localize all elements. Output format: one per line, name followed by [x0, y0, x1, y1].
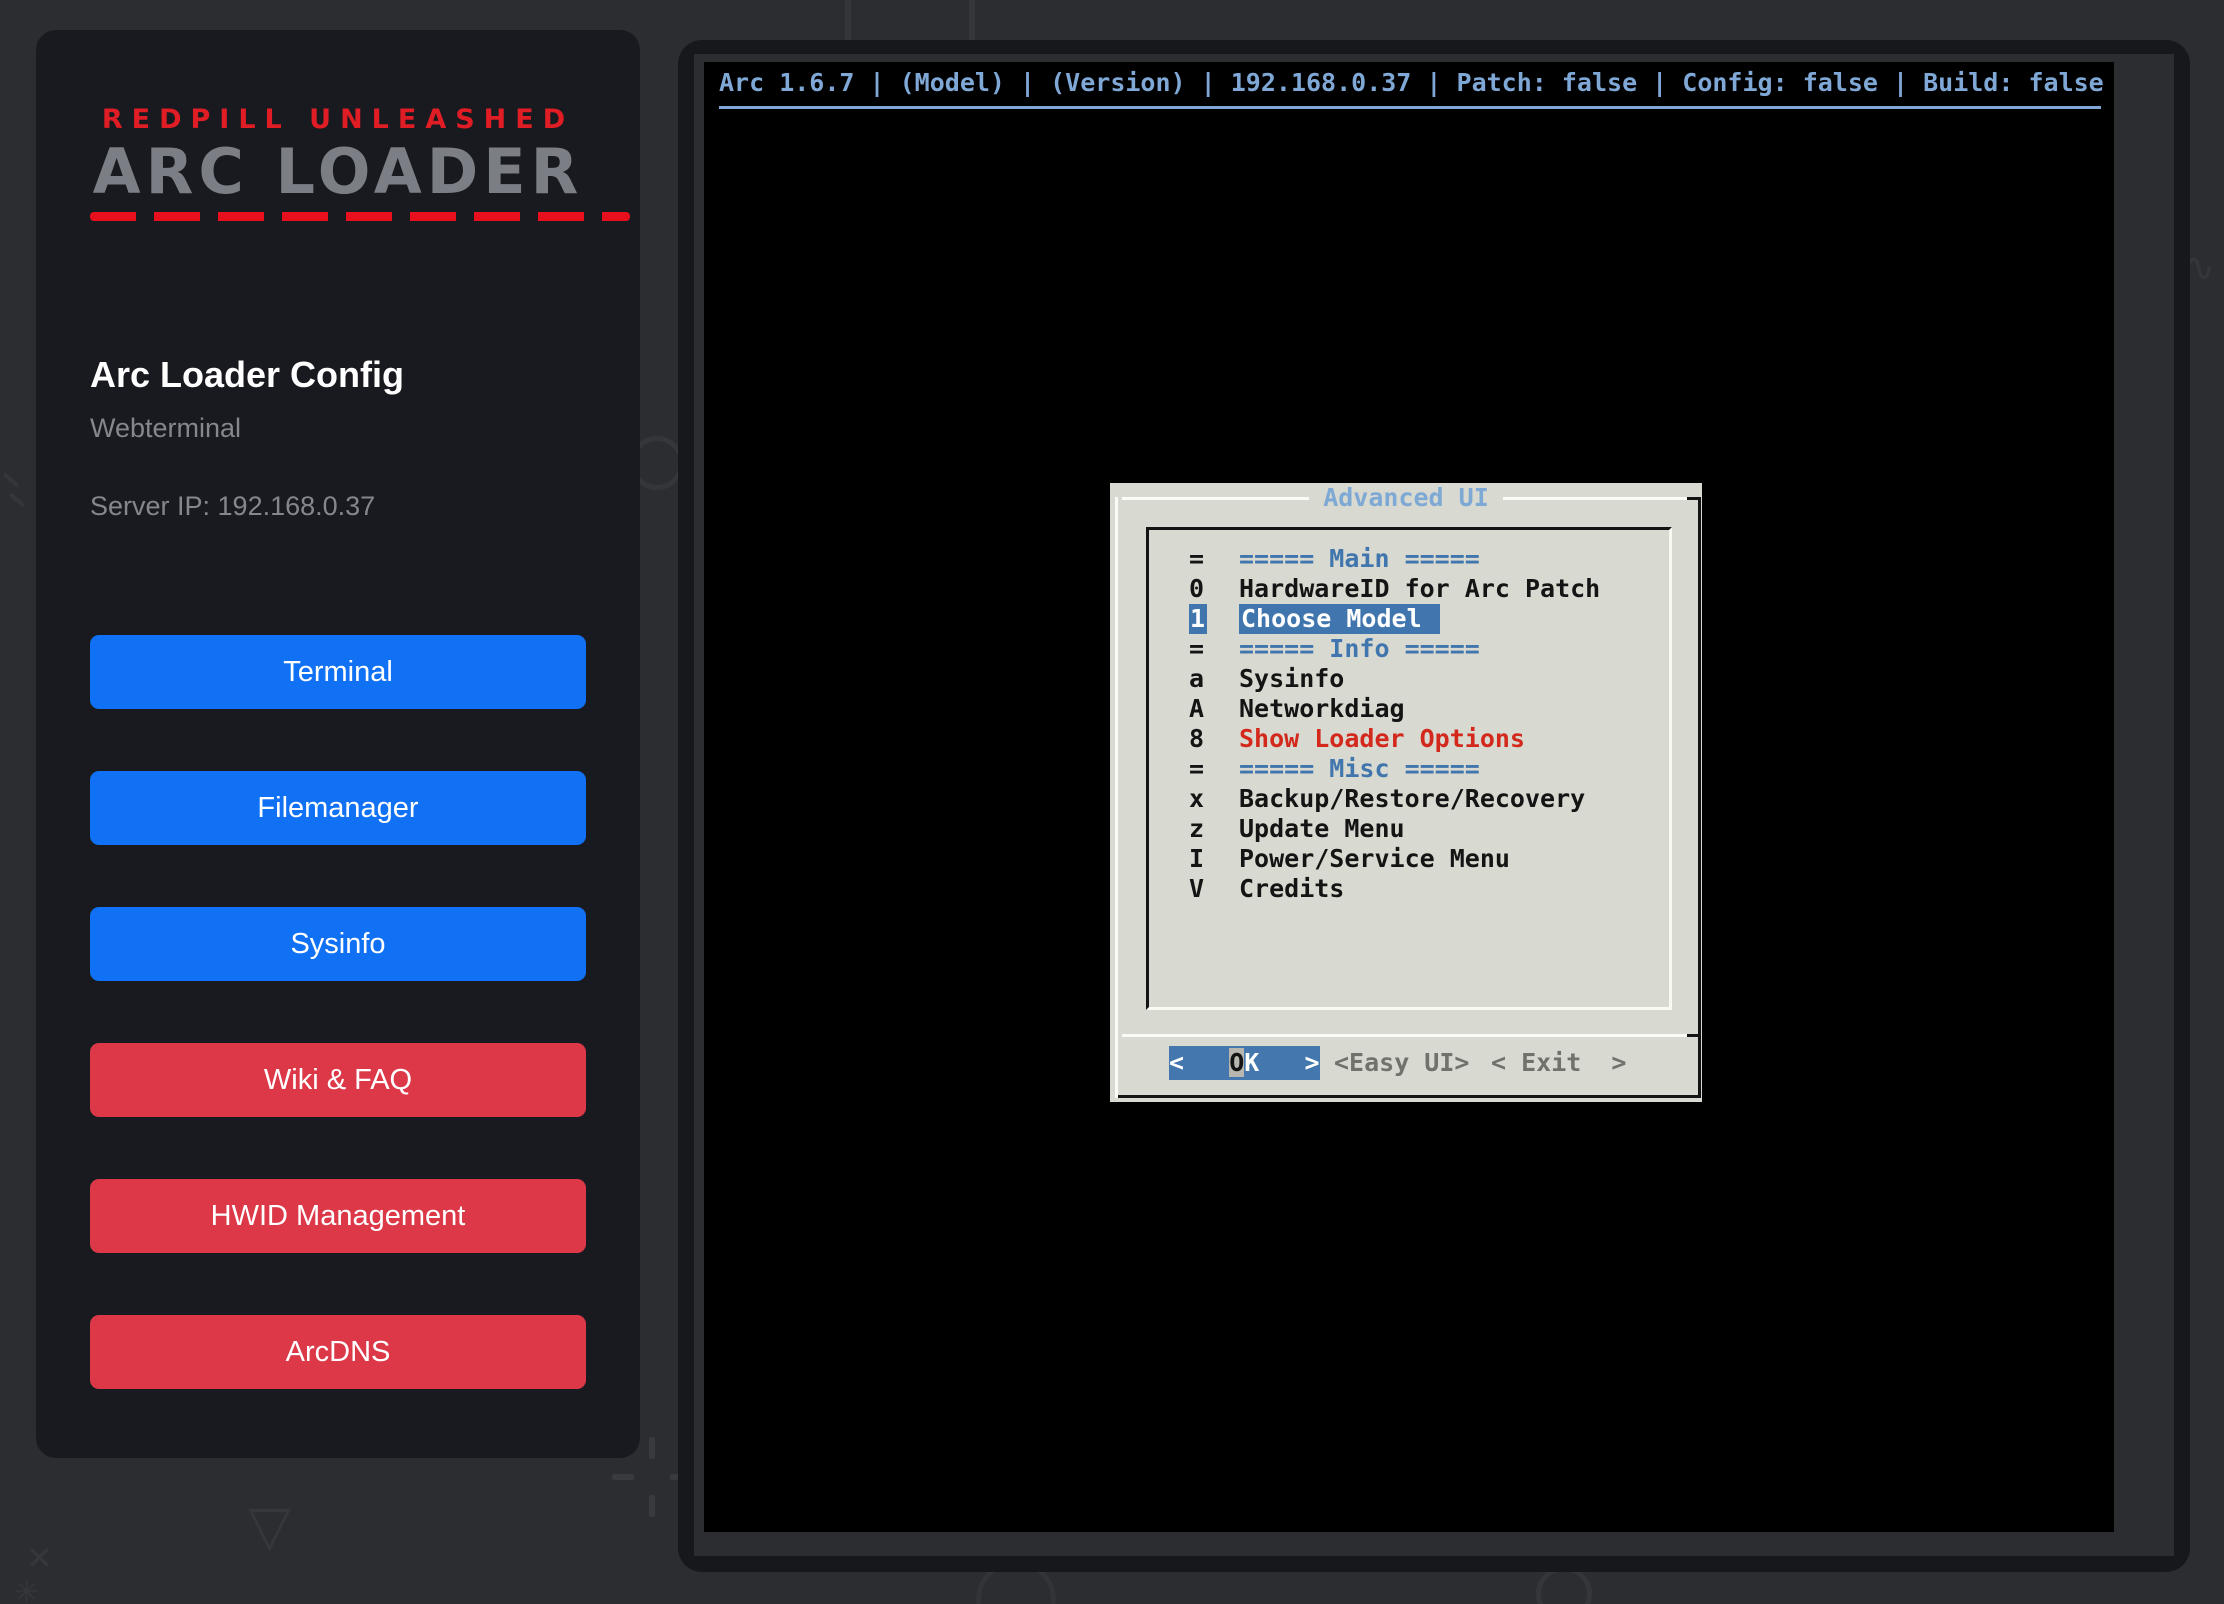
menu-tag: z	[1189, 814, 1205, 844]
decor-cross-icon: ✕	[26, 1542, 53, 1574]
terminal-screen[interactable]: Arc 1.6.7 | (Model) | (Version) | 192.16…	[704, 62, 2114, 1532]
sysinfo-button[interactable]: Sysinfo	[90, 907, 586, 981]
menu-item-update-menu[interactable]: z Update Menu	[1149, 814, 1669, 844]
ok-button-cursor: O	[1229, 1048, 1244, 1077]
menu-label: Choose Model	[1239, 604, 1440, 634]
menu-tag: A	[1189, 694, 1205, 724]
decor-asterisk-icon: ✳	[14, 1578, 39, 1604]
easy-ui-button[interactable]: <Easy UI>	[1334, 1046, 1469, 1080]
menu-item-show-loader-options[interactable]: 8 Show Loader Options	[1149, 724, 1669, 754]
menu-tag: V	[1189, 874, 1205, 904]
terminal-status-underline	[719, 106, 2101, 109]
dialog-title: Advanced UI	[1309, 483, 1503, 513]
decor-triangle-icon: ▽	[248, 1498, 291, 1554]
dialog-button-separator	[1122, 1034, 1687, 1037]
dialog-border-bottom	[1118, 1095, 1701, 1098]
exit-button[interactable]: < Exit >	[1491, 1046, 1626, 1080]
menu-tag: a	[1189, 664, 1205, 694]
ok-button-text: <	[1169, 1048, 1229, 1077]
menu-label: Credits	[1239, 874, 1344, 904]
menu-label: ===== Info =====	[1239, 634, 1480, 664]
logo-dashed-line	[90, 212, 630, 221]
page: ▽ ✕ ✳ ∿ REDPILL UNLEASHED ARC LOADER Arc…	[0, 0, 2224, 1604]
wiki-faq-button[interactable]: Wiki & FAQ	[90, 1043, 586, 1117]
menu-item-networkdiag[interactable]: A Networkdiag	[1149, 694, 1669, 724]
terminal-panel: Arc 1.6.7 | (Model) | (Version) | 192.16…	[694, 54, 2174, 1556]
arcdns-button[interactable]: ArcDNS	[90, 1315, 586, 1389]
menu-item-section-main[interactable]: = ===== Main =====	[1149, 544, 1669, 574]
menu-label: Update Menu	[1239, 814, 1405, 844]
dialog-border-right	[1698, 497, 1701, 1098]
sidebar: REDPILL UNLEASHED ARC LOADER Arc Loader …	[36, 30, 640, 1458]
menu-tag: 0	[1189, 574, 1205, 604]
menu-label: ===== Misc =====	[1239, 754, 1480, 784]
page-subtitle: Webterminal	[90, 411, 586, 445]
menu-label: Power/Service Menu	[1239, 844, 1510, 874]
terminal-status-line: Arc 1.6.7 | (Model) | (Version) | 192.16…	[719, 66, 2104, 100]
menu-item-sysinfo[interactable]: a Sysinfo	[1149, 664, 1669, 694]
menu-tag: 8	[1189, 724, 1205, 754]
menu-item-backup-restore[interactable]: x Backup/Restore/Recovery	[1149, 784, 1669, 814]
menu-tag: I	[1189, 844, 1205, 874]
dialog-border-left	[1115, 497, 1118, 1098]
logo-redpill-unleashed: REDPILL UNLEASHED	[90, 104, 586, 136]
logo-arc-loader: ARC LOADER	[90, 140, 586, 204]
menu-label: HardwareID for Arc Patch	[1239, 574, 1600, 604]
menu-item-hardwareid[interactable]: 0 HardwareID for Arc Patch	[1149, 574, 1669, 604]
dialog-title-row: Advanced UI	[1110, 483, 1702, 513]
menu-tag: =	[1189, 544, 1205, 574]
menu-listbox: = ===== Main ===== 0 HardwareID for Arc …	[1146, 527, 1672, 1010]
menu-item-choose-model[interactable]: 1 Choose Model	[1149, 604, 1669, 634]
decor-dash-icon	[9, 493, 25, 508]
menu-label: Show Loader Options	[1239, 724, 1525, 754]
menu-tag: x	[1189, 784, 1205, 814]
menu-label: Networkdiag	[1239, 694, 1405, 724]
filemanager-button[interactable]: Filemanager	[90, 771, 586, 845]
hwid-management-button[interactable]: HWID Management	[90, 1179, 586, 1253]
dialog-button-row: < OK > <Easy UI> < Exit >	[1110, 1046, 1702, 1082]
menu-label: Backup/Restore/Recovery	[1239, 784, 1585, 814]
ok-button-text: K >	[1244, 1048, 1319, 1077]
terminal-window: Arc 1.6.7 | (Model) | (Version) | 192.16…	[678, 40, 2190, 1572]
menu-tag: 1	[1189, 604, 1207, 634]
menu-item-power-service[interactable]: I Power/Service Menu	[1149, 844, 1669, 874]
decor-dash-icon	[3, 473, 19, 488]
menu-item-section-misc[interactable]: = ===== Misc =====	[1149, 754, 1669, 784]
menu-label: Sysinfo	[1239, 664, 1344, 694]
dialog-advanced-ui: Advanced UI = ===== Main ===== 0 Hardwar…	[1110, 483, 1702, 1102]
terminal-button[interactable]: Terminal	[90, 635, 586, 709]
page-title: Arc Loader Config	[90, 353, 586, 397]
menu-tag: =	[1189, 754, 1205, 784]
ok-button[interactable]: < OK >	[1169, 1046, 1320, 1080]
menu-tag: =	[1189, 634, 1205, 664]
menu-item-section-info[interactable]: = ===== Info =====	[1149, 634, 1669, 664]
dialog-button-separator-corner	[1687, 1034, 1701, 1037]
menu-item-credits[interactable]: V Credits	[1149, 874, 1669, 904]
menu-label: ===== Main =====	[1239, 544, 1480, 574]
server-ip-label: Server IP: 192.168.0.37	[90, 489, 586, 523]
